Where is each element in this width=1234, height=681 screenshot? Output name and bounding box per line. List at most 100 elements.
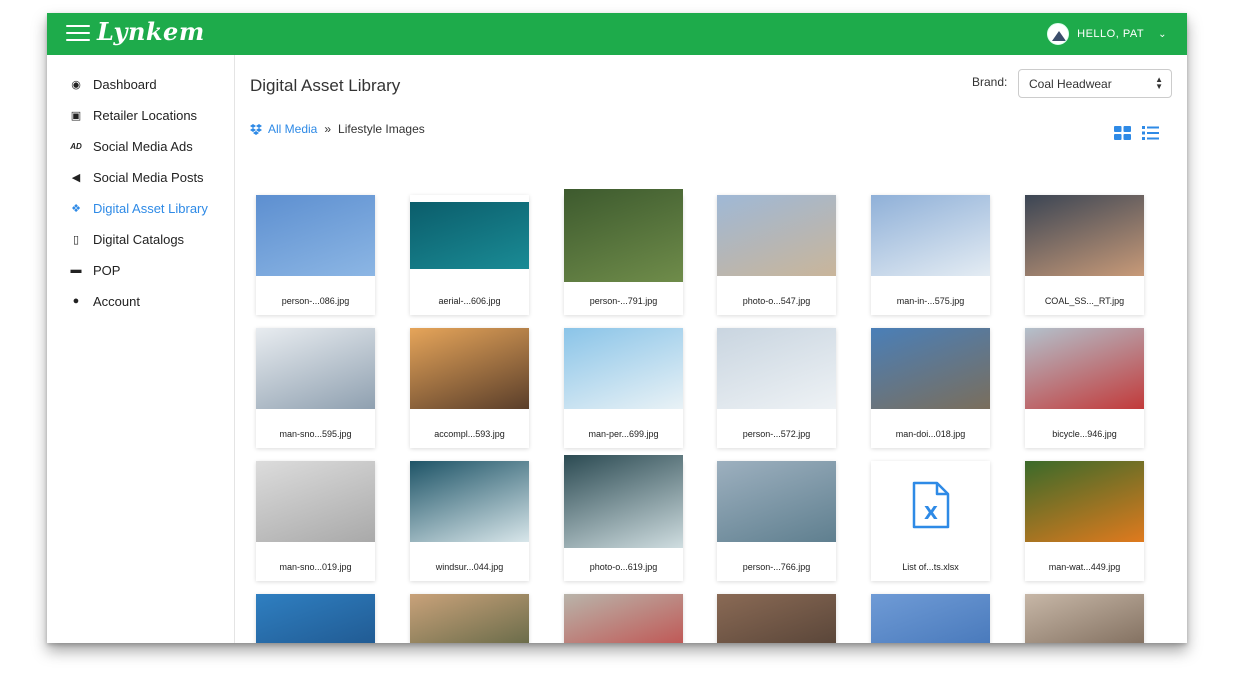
breadcrumb: All Media » Lifestyle Images — [250, 122, 425, 136]
asset-card[interactable]: photo-o...619.jpg — [564, 455, 683, 581]
asset-thumbnail — [564, 189, 683, 282]
asset-thumbnail — [717, 461, 836, 542]
user-menu[interactable]: HELLO, PAT ⌄ — [1047, 23, 1167, 45]
asset-card[interactable]: man-sno...019.jpg — [256, 461, 375, 581]
ads-icon: AD — [70, 141, 82, 151]
asset-card[interactable]: person-...791.jpg — [564, 189, 683, 315]
pdf-file-icon: ▯ — [72, 233, 80, 246]
asset-filename: List of...ts.xlsx — [902, 562, 959, 572]
asset-card[interactable] — [717, 594, 836, 643]
sidebar-item-label: Social Media Ads — [93, 138, 193, 154]
asset-card[interactable] — [410, 594, 529, 643]
asset-card-file[interactable]: X List of...ts.xlsx — [871, 461, 990, 581]
asset-filename: man-wat...449.jpg — [1048, 562, 1121, 572]
sidebar-item-label: Dashboard — [93, 76, 157, 92]
user-greeting: HELLO, PAT — [1077, 28, 1145, 40]
asset-filename: man-per...699.jpg — [588, 429, 659, 439]
sidebar-item-label: Account — [93, 293, 140, 309]
asset-thumbnail — [410, 328, 529, 409]
asset-thumbnail — [871, 195, 990, 276]
asset-card[interactable]: COAL_SS..._RT.jpg — [1025, 195, 1144, 315]
select-arrows-icon: ▲ ▼ — [1155, 75, 1163, 91]
asset-card[interactable]: person-...086.jpg — [256, 195, 375, 315]
sidebar-item-social-media-ads[interactable]: AD Social Media Ads — [68, 136, 193, 156]
asset-filename: person-...791.jpg — [589, 296, 658, 306]
asset-card[interactable] — [871, 594, 990, 643]
asset-thumbnail — [564, 328, 683, 409]
dashboard-icon: ◉ — [71, 78, 81, 91]
asset-filename: person-...086.jpg — [281, 296, 350, 306]
asset-thumbnail — [871, 328, 990, 409]
dropbox-icon — [250, 123, 262, 135]
asset-thumbnail — [256, 594, 375, 643]
asset-filename: man-sno...019.jpg — [279, 562, 352, 572]
page-title: Digital Asset Library — [250, 76, 401, 95]
sidebar-item-dashboard[interactable]: ◉ Dashboard — [68, 74, 157, 94]
asset-thumbnail — [717, 328, 836, 409]
grid-view-icon[interactable] — [1114, 126, 1131, 140]
asset-thumbnail — [256, 328, 375, 409]
sidebar-item-digital-asset-library[interactable]: ❖ Digital Asset Library — [68, 198, 208, 218]
asset-card[interactable]: person-...572.jpg — [717, 328, 836, 448]
asset-filename: aerial-...606.jpg — [438, 296, 501, 306]
brand-select[interactable]: Coal Headwear ▲ ▼ — [1018, 69, 1172, 98]
brand-select-value: Coal Headwear — [1029, 77, 1112, 91]
asset-card[interactable]: man-wat...449.jpg — [1025, 461, 1144, 581]
asset-thumbnail — [410, 202, 529, 269]
asset-card[interactable]: man-in-...575.jpg — [871, 195, 990, 315]
asset-card[interactable] — [256, 594, 375, 643]
asset-thumbnail — [1025, 195, 1144, 276]
asset-card[interactable]: man-per...699.jpg — [564, 328, 683, 448]
asset-card[interactable] — [564, 594, 683, 643]
sidebar-item-label: POP — [93, 262, 121, 278]
chevron-down-icon: ⌄ — [1158, 28, 1167, 40]
list-view-icon[interactable] — [1142, 126, 1159, 140]
sidebar-item-account[interactable]: ● Account — [68, 291, 140, 311]
sidebar-item-label: Digital Catalogs — [93, 231, 185, 247]
brand-label: Brand: — [972, 75, 1008, 89]
asset-thumbnail — [256, 195, 375, 276]
sidebar-item-label: Retailer Locations — [93, 107, 198, 123]
sidebar-item-pop[interactable]: ▬ POP — [68, 260, 121, 280]
sidebar-item-label: Social Media Posts — [93, 169, 204, 185]
asset-card[interactable]: photo-o...547.jpg — [717, 195, 836, 315]
asset-thumbnail — [256, 461, 375, 542]
asset-thumbnail — [564, 455, 683, 548]
svg-text:X: X — [924, 503, 938, 524]
asset-card[interactable]: person-...766.jpg — [717, 461, 836, 581]
asset-filename: windsur...044.jpg — [435, 562, 504, 572]
asset-thumbnail — [410, 594, 529, 643]
asset-card[interactable]: accompl...593.jpg — [410, 328, 529, 448]
asset-filename: person-...766.jpg — [742, 562, 811, 572]
asset-thumbnail — [564, 594, 683, 643]
top-navbar: Lynkem HELLO, PAT ⌄ — [47, 13, 1187, 55]
user-icon: ● — [72, 295, 80, 307]
asset-thumbnail — [410, 461, 529, 542]
sidebar-item-label: Digital Asset Library — [93, 200, 208, 216]
asset-card[interactable]: bicycle...946.jpg — [1025, 328, 1144, 448]
asset-card[interactable]: aerial-...606.jpg — [410, 195, 529, 315]
dropbox-icon: ❖ — [71, 202, 81, 215]
main-content: Digital Asset Library Brand: Coal Headwe… — [236, 55, 1187, 643]
asset-card[interactable]: man-doi...018.jpg — [871, 328, 990, 448]
app-logo[interactable]: Lynkem — [97, 17, 205, 46]
asset-card[interactable] — [1025, 594, 1144, 643]
asset-filename: photo-o...619.jpg — [589, 562, 658, 572]
breadcrumb-all-media[interactable]: All Media — [268, 122, 317, 136]
cart-icon: ▬ — [70, 264, 82, 276]
asset-card[interactable]: man-sno...595.jpg — [256, 328, 375, 448]
asset-thumbnail — [717, 594, 836, 643]
sidebar-item-retailer-locations[interactable]: ▣ Retailer Locations — [68, 105, 197, 125]
hamburger-menu-icon[interactable] — [66, 23, 90, 43]
asset-filename: COAL_SS..._RT.jpg — [1044, 296, 1125, 306]
sidebar: ◉ Dashboard ▣ Retailer Locations AD Social Me… — [47, 55, 235, 643]
asset-card[interactable]: windsur...044.jpg — [410, 461, 529, 581]
asset-filename: man-doi...018.jpg — [895, 429, 966, 439]
asset-filename: accompl...593.jpg — [434, 429, 505, 439]
sidebar-item-social-media-posts[interactable]: ◀ Social Media Posts — [68, 167, 204, 187]
sidebar-item-digital-catalogs[interactable]: ▯ Digital Catalogs — [68, 229, 184, 249]
asset-thumbnail — [717, 195, 836, 276]
asset-thumbnail — [1025, 594, 1144, 643]
asset-filename: bicycle...946.jpg — [1052, 429, 1117, 439]
asset-thumbnail — [1025, 328, 1144, 409]
